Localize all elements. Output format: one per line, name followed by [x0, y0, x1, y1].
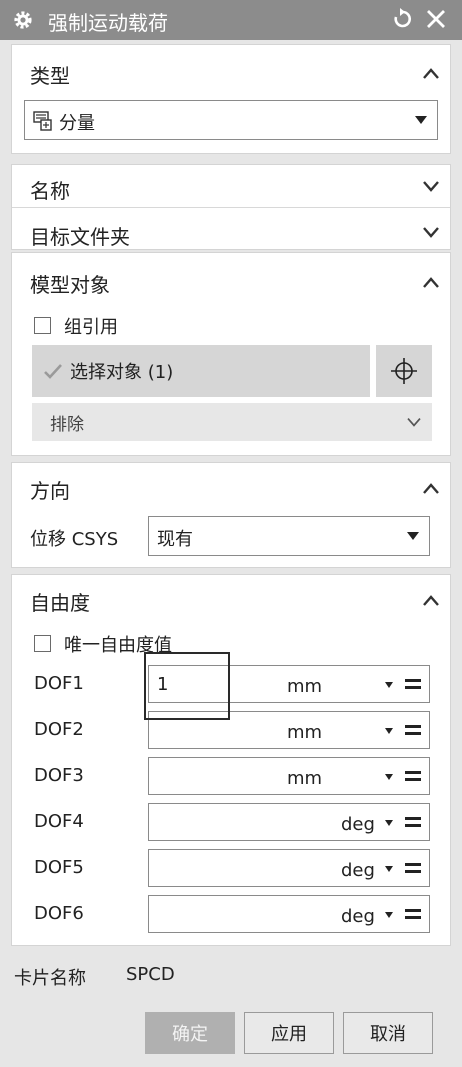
- unit-dropdown-icon[interactable]: [385, 728, 393, 734]
- gear-icon[interactable]: [12, 9, 34, 31]
- close-icon[interactable]: [424, 6, 448, 32]
- csys-dropdown[interactable]: 现有: [148, 516, 430, 556]
- name-folder-section: 名称 目标文件夹: [11, 164, 451, 250]
- apply-button[interactable]: 应用: [244, 1012, 334, 1054]
- dropdown-arrow-icon: [407, 532, 419, 540]
- dof-input[interactable]: deg: [148, 895, 430, 933]
- dof-unit[interactable]: mm: [287, 676, 322, 697]
- dof-row-label: DOF3: [34, 765, 84, 786]
- crosshair-button[interactable]: [376, 345, 432, 397]
- component-icon: [33, 111, 52, 131]
- dof-input[interactable]: deg: [148, 803, 430, 841]
- direction-title: 方向: [30, 479, 70, 503]
- unit-dropdown-icon[interactable]: [385, 820, 393, 826]
- type-section: 类型 分量: [11, 44, 451, 154]
- collapse-icon[interactable]: [422, 66, 440, 80]
- equals-icon[interactable]: [405, 907, 421, 921]
- window-title: 强制运动载荷: [48, 11, 168, 35]
- unit-dropdown-icon[interactable]: [385, 912, 393, 918]
- exclude-label: 排除: [50, 415, 84, 435]
- dof-title: 自由度: [30, 591, 90, 615]
- expand-icon[interactable]: [422, 225, 440, 239]
- collapse-icon[interactable]: [422, 481, 440, 495]
- collapse-icon[interactable]: [422, 593, 440, 607]
- direction-section: 方向 位移 CSYS 现有: [11, 462, 451, 568]
- annotation-highlight-box: [144, 652, 230, 720]
- group-ref-label: 组引用: [64, 317, 118, 338]
- crosshair-icon: [391, 358, 417, 384]
- exclude-row[interactable]: 排除: [32, 403, 432, 441]
- dof-unit[interactable]: mm: [287, 768, 322, 789]
- expand-icon: [407, 418, 421, 427]
- dof-input[interactable]: deg: [148, 849, 430, 887]
- equals-icon[interactable]: [405, 861, 421, 875]
- unique-dof-checkbox[interactable]: [34, 635, 51, 652]
- equals-icon[interactable]: [405, 723, 421, 737]
- reset-icon[interactable]: [390, 6, 414, 32]
- group-ref-checkbox[interactable]: [34, 317, 51, 334]
- dof-row-label: DOF1: [34, 673, 84, 694]
- expand-icon[interactable]: [422, 179, 440, 193]
- dof-row-label: DOF4: [34, 811, 84, 832]
- type-section-title: 类型: [30, 64, 70, 88]
- dof-section: 自由度 唯一自由度值 DOF1 1 mm DOF2 mm DOF3 mm DOF…: [11, 574, 451, 946]
- select-object-label: 选择对象 (1): [70, 362, 174, 383]
- title-bar: 强制运动载荷: [0, 0, 462, 40]
- ok-button[interactable]: 确定: [145, 1012, 235, 1054]
- dof-unit[interactable]: deg: [341, 814, 375, 835]
- dof-input[interactable]: mm: [148, 757, 430, 795]
- check-icon: [44, 364, 62, 379]
- name-section-title[interactable]: 名称: [30, 175, 70, 204]
- cancel-button[interactable]: 取消: [343, 1012, 433, 1054]
- csys-value: 现有: [157, 529, 193, 550]
- equals-icon[interactable]: [405, 815, 421, 829]
- unit-dropdown-icon[interactable]: [385, 682, 393, 688]
- divider: [12, 207, 450, 208]
- type-dropdown-value: 分量: [59, 113, 95, 134]
- collapse-icon[interactable]: [422, 275, 440, 289]
- dof-unit[interactable]: deg: [341, 860, 375, 881]
- dof-unit[interactable]: deg: [341, 906, 375, 927]
- select-object-row[interactable]: 选择对象 (1): [32, 345, 370, 397]
- model-object-title: 模型对象: [30, 273, 110, 297]
- dof-row-label: DOF6: [34, 903, 84, 924]
- dropdown-arrow-icon: [415, 116, 427, 124]
- equals-icon[interactable]: [405, 769, 421, 783]
- equals-icon[interactable]: [405, 677, 421, 691]
- csys-label: 位移 CSYS: [30, 529, 119, 550]
- unit-dropdown-icon[interactable]: [385, 774, 393, 780]
- target-folder-title[interactable]: 目标文件夹: [30, 221, 130, 250]
- unit-dropdown-icon[interactable]: [385, 866, 393, 872]
- card-name-label: 卡片名称: [14, 968, 86, 989]
- type-dropdown[interactable]: 分量: [24, 100, 438, 140]
- card-name-value: SPCD: [126, 964, 175, 985]
- dof-unit[interactable]: mm: [287, 722, 322, 743]
- dof-row-label: DOF2: [34, 719, 84, 740]
- model-object-section: 模型对象 组引用 选择对象 (1) 排除: [11, 252, 451, 456]
- dof-row-label: DOF5: [34, 857, 84, 878]
